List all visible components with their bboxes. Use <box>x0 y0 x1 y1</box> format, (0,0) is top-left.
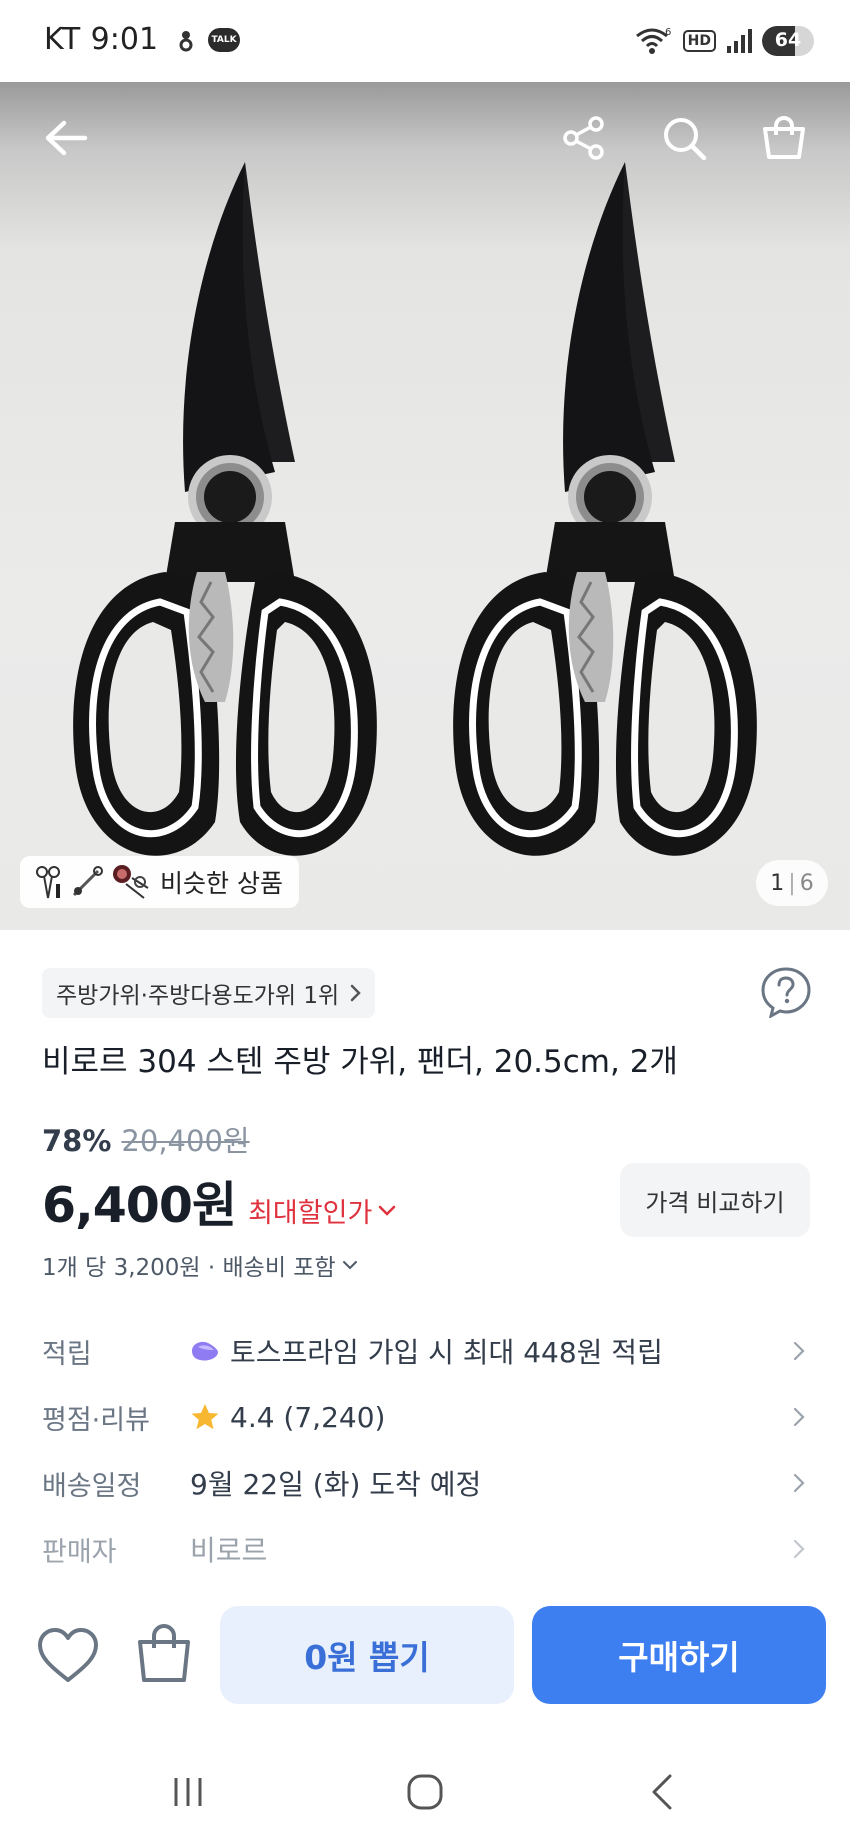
shopping-bag-icon[interactable] <box>134 1622 194 1686</box>
price-row: 6,400원 최대할인가 <box>42 1166 396 1237</box>
max-discount-toggle[interactable]: 최대할인가 <box>248 1191 396 1230</box>
status-right: 6 HD 64 <box>635 26 814 56</box>
rating-text: 4.4 (7,240) <box>230 1400 386 1434</box>
similar-products-button[interactable]: 비슷한 상품 <box>20 856 299 908</box>
info-row-delivery[interactable]: 배송일정 9월 22일 (화) 도착 예정 <box>0 1450 850 1516</box>
battery-percent: 64 <box>774 29 802 51</box>
clock: 9:01 <box>90 22 159 57</box>
chevron-right-icon <box>793 1341 805 1361</box>
carrier-label: KT <box>44 22 81 57</box>
category-rank-chip[interactable]: 주방가위·주방다용도가위 1위 <box>42 968 376 1018</box>
cart-icon <box>763 116 805 159</box>
share-button[interactable] <box>556 110 612 166</box>
info-label: 적립 <box>42 1338 92 1370</box>
rank-label: 주방가위·주방다용도가위 1위 <box>56 983 340 1009</box>
search-icon <box>664 118 707 161</box>
scissors-thumb-icon <box>113 865 149 899</box>
compare-price-button[interactable]: 가격 비교하기 <box>620 1163 810 1237</box>
help-icon[interactable] <box>760 966 812 1018</box>
home-icon <box>407 1774 443 1810</box>
delivery-text: 9월 22일 (화) 도착 예정 <box>190 1468 482 1501</box>
kakaotalk-icon: TALK <box>208 27 241 52</box>
search-button[interactable] <box>656 110 712 166</box>
star-icon <box>191 1404 219 1430</box>
info-label: 배송일정 <box>42 1470 142 1502</box>
wifi-gen-label: 6 <box>665 27 671 38</box>
back-button[interactable] <box>38 110 94 166</box>
cart-button[interactable] <box>756 110 812 166</box>
chevron-down-icon <box>379 1205 396 1216</box>
unit-price-label: 1개 당 3,200원 · 배송비 포함 <box>42 1255 336 1281</box>
back-nav-button[interactable] <box>632 1770 692 1814</box>
page-total: 6 <box>799 870 814 896</box>
recent-apps-icon <box>174 1778 202 1806</box>
page-separator: | <box>788 870 796 896</box>
discount-rate: 78% <box>42 1124 112 1158</box>
info-row-points[interactable]: 적립 토스프라임 가입 시 최대 448원 적립 <box>0 1318 850 1384</box>
similar-thumbnails <box>34 862 152 902</box>
hd-voice-icon: HD <box>682 30 716 52</box>
points-text: 토스프라임 가입 시 최대 448원 적립 <box>230 1336 663 1369</box>
discount-row: 78% 20,400원 <box>42 1118 250 1160</box>
original-price: 20,400원 <box>121 1124 250 1158</box>
recent-apps-button[interactable] <box>158 1770 218 1814</box>
info-value: 4.4 (7,240) <box>190 1401 385 1434</box>
image-top-nav <box>0 82 850 192</box>
product-photo <box>0 82 850 930</box>
battery-icon: 64 <box>762 26 814 56</box>
max-discount-label: 최대할인가 <box>248 1198 373 1229</box>
page-current: 1 <box>770 870 785 896</box>
share-icon <box>563 116 604 160</box>
system-nav-bar <box>0 1740 850 1841</box>
chevron-right-icon <box>793 1407 805 1427</box>
status-bar: KT 9:01 TALK 6 HD 64 <box>0 0 850 82</box>
similar-products-label: 비슷한 상품 <box>160 869 283 898</box>
back-chevron-icon <box>652 1774 672 1810</box>
chevron-right-icon <box>793 1473 805 1493</box>
buy-button[interactable]: 구매하기 <box>532 1606 826 1704</box>
image-page-indicator: 1 | 6 <box>756 860 828 906</box>
info-row-reviews[interactable]: 평점·리뷰 4.4 (7,240) <box>0 1384 850 1450</box>
chevron-down-icon <box>342 1261 357 1270</box>
product-info-table: 적립 토스프라임 가입 시 최대 448원 적립 평점·리뷰 4.4 (7,24… <box>0 1318 850 1582</box>
product-title: 비로르 304 스텐 주방 가위, 팬더, 20.5cm, 2개 <box>42 1044 678 1080</box>
chevron-right-icon <box>350 984 361 1002</box>
zero-won-draw-button[interactable]: 0원 뽑기 <box>220 1606 514 1704</box>
notification-icon <box>179 30 193 51</box>
sale-price: 6,400원 <box>42 1177 237 1234</box>
scissors-thumb-icon <box>72 866 103 897</box>
chevron-right-icon <box>793 1539 805 1559</box>
info-value: 토스프라임 가입 시 최대 448원 적립 <box>190 1331 663 1371</box>
product-image-carousel[interactable]: 비슷한 상품 1 | 6 <box>0 82 850 930</box>
toss-prime-icon <box>192 1341 218 1361</box>
unit-price-row[interactable]: 1개 당 3,200원 · 배송비 포함 <box>42 1248 358 1282</box>
scissors-thumb-icon <box>36 866 60 899</box>
wifi-icon: 6 <box>635 27 671 54</box>
heart-icon[interactable] <box>36 1626 100 1686</box>
home-button[interactable] <box>395 1770 455 1814</box>
back-arrow-icon <box>45 120 88 156</box>
status-left: KT 9:01 TALK <box>44 22 241 57</box>
info-label: 평점·리뷰 <box>42 1404 150 1436</box>
signal-icon <box>727 29 752 53</box>
scroll-fade <box>0 1560 850 1594</box>
